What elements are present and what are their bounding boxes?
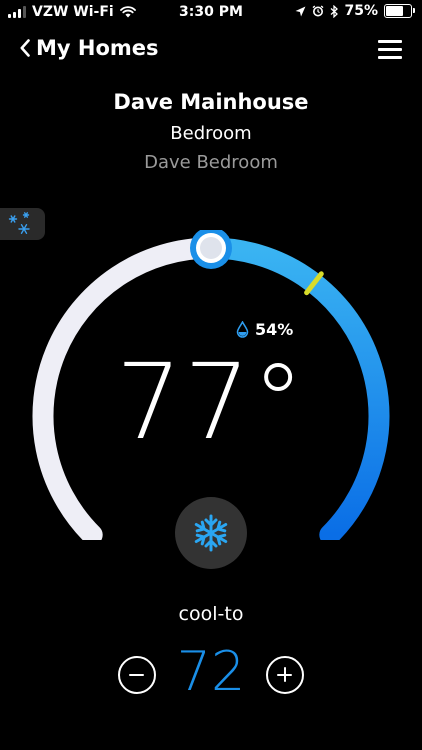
bluetooth-icon — [331, 4, 339, 18]
battery-percentage: 75% — [344, 3, 378, 19]
back-label: My Homes — [36, 36, 159, 60]
snowflake-icon — [192, 514, 230, 552]
setpoint-handle[interactable] — [190, 230, 232, 269]
humidity-reading: 54% — [236, 320, 293, 339]
setpoint-value: 72 — [176, 640, 246, 703]
humidity-value: 54% — [255, 320, 294, 339]
navigation-bar: My Homes — [0, 34, 422, 70]
battery-fill — [386, 6, 403, 16]
room-name: Bedroom — [170, 123, 252, 144]
alarm-icon — [313, 5, 324, 17]
back-to-my-homes-link[interactable]: My Homes — [20, 36, 159, 60]
home-name: Dave Mainhouse — [113, 90, 309, 114]
cool-mode-button[interactable] — [175, 497, 247, 569]
current-temperature: 77° — [115, 341, 307, 463]
status-right: 75% — [295, 3, 415, 19]
battery-icon — [384, 4, 415, 18]
hamburger-menu-icon[interactable] — [378, 40, 402, 60]
device-name: Dave Bedroom — [144, 152, 278, 173]
humidity-drop-icon — [236, 321, 249, 338]
location-icon — [296, 6, 306, 16]
increase-setpoint-button[interactable] — [266, 656, 304, 694]
chevron-left-icon — [20, 39, 30, 57]
status-bar: VZW Wi-Fi 3:30 PM 75% — [0, 0, 422, 24]
mode-label: cool-to — [178, 603, 244, 625]
plus-icon-vertical — [283, 667, 286, 682]
